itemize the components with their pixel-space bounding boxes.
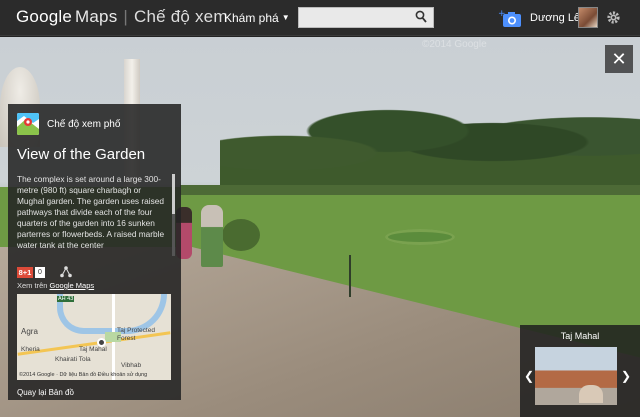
close-button[interactable]: ✕ (605, 45, 633, 73)
caret-down-icon: ▼ (281, 13, 290, 22)
map-copyright: ©2014 Google · Dữ liệu Bản đồ Điều khoản… (19, 372, 148, 378)
pegman-place-icon (17, 113, 39, 135)
gplus-count: 0 (35, 267, 45, 278)
map-label-taj-forest: Taj Protected Forest (117, 327, 155, 342)
watermark: ©2014 Google (422, 39, 487, 50)
carousel-title: Taj Mahal (560, 331, 600, 341)
visitor-figure (201, 205, 223, 267)
gplus-button[interactable]: 8+1 (17, 267, 33, 278)
street-view-label: Chế độ xem phố (47, 119, 121, 130)
chevron-left-icon[interactable]: ❮ (524, 369, 534, 383)
share-icon[interactable] (60, 266, 72, 278)
google-maps-logo[interactable]: Google Maps | Chế độ xem (16, 7, 228, 27)
search-icon[interactable] (415, 10, 427, 24)
tree-line (220, 87, 640, 197)
highway-badge: AH 43 (57, 296, 75, 302)
logo-divider: | (123, 7, 129, 26)
place-title: View of the Garden (17, 146, 146, 163)
location-pin-icon (97, 338, 106, 347)
scrollbar-thumb[interactable] (172, 174, 175, 214)
camera-plus-icon[interactable]: + (498, 8, 522, 28)
chevron-right-icon[interactable]: ❯ (621, 369, 631, 383)
photo-carousel: Taj Mahal ❮ ❯ (520, 325, 640, 417)
hedge-row (180, 185, 640, 195)
google-maps-link[interactable]: Google Maps (50, 281, 95, 290)
logo-mode-text: Chế độ xem (134, 7, 228, 26)
back-to-map-link[interactable]: Quay lại Bản đồ (17, 388, 74, 397)
description-scrollbar[interactable] (172, 174, 175, 256)
user-name[interactable]: Dương Lê (530, 12, 580, 24)
view-on-google-maps: Xem trên Google Maps (17, 281, 94, 290)
flowerbed (385, 229, 455, 245)
garden-post (349, 255, 351, 297)
search-input[interactable] (298, 7, 434, 28)
map-label-taj-mahal: Taj Mahal (79, 346, 107, 353)
map-label-vibhab: Vibhab (121, 362, 142, 369)
explore-dropdown[interactable]: Khám phá ▼ (224, 11, 290, 25)
info-panel: Chế độ xem phố View of the Garden The co… (8, 104, 181, 400)
view-on-prefix: Xem trên (17, 281, 50, 290)
top-bar: Google Maps | Chế độ xem Khám phá ▼ + Dương … (0, 0, 640, 36)
place-description: The complex is set around a large 300-me… (17, 174, 165, 250)
carousel-thumbnail[interactable] (535, 347, 617, 405)
logo-maps-text: Maps (75, 7, 118, 26)
explore-label: Khám phá (224, 11, 279, 25)
map-label-kheria: Kheria (21, 346, 40, 353)
shrub (222, 219, 260, 251)
avatar[interactable] (578, 7, 598, 28)
map-label-khairati-tola: Khairati Tola (55, 356, 91, 363)
logo-google-text: Google (16, 7, 73, 26)
gear-icon[interactable] (606, 10, 621, 25)
close-icon: ✕ (611, 49, 627, 69)
map-label-agra: Agra (21, 327, 38, 336)
monument-arch (579, 385, 603, 403)
mini-map[interactable]: AH 43 Agra Taj Mahal Taj Protected Fores… (17, 294, 171, 380)
